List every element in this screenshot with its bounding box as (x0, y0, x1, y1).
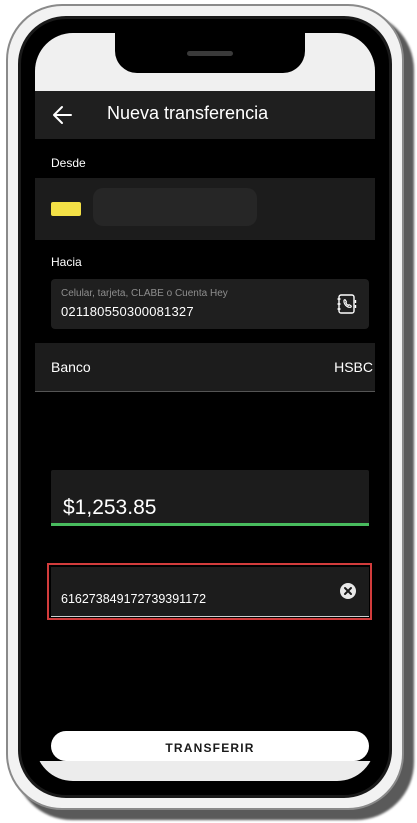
navigation-bar: Nueva transferencia (35, 91, 375, 139)
app-screen: Nueva transferencia Desde Hacia Celular,… (35, 33, 375, 781)
amount-underline (51, 523, 369, 526)
bank-row: Banco HSBC (35, 343, 375, 392)
page-title: Nueva transferencia (107, 103, 269, 123)
contacts-book-icon[interactable] (335, 292, 359, 316)
clear-circle-icon[interactable] (339, 582, 357, 600)
amount-field[interactable]: $1,253.85 (51, 470, 369, 526)
transfer-button[interactable]: TRANSFERIR (51, 731, 369, 761)
arrow-left-icon[interactable] (49, 101, 77, 129)
account-name-placeholder (93, 188, 257, 226)
recipient-placeholder: Celular, tarjeta, CLABE o Cuenta Hey (61, 288, 228, 299)
amount-value[interactable]: $1,253.85 (63, 496, 156, 520)
from-label: Desde (51, 156, 86, 170)
speaker-grille (187, 51, 233, 56)
to-label: Hacia (51, 255, 82, 269)
bank-label: Banco (51, 359, 91, 375)
from-account-selector[interactable] (35, 178, 375, 240)
reference-value[interactable]: 616273849172739391172 (61, 592, 206, 606)
recipient-value[interactable]: 021180550300081327 (61, 304, 194, 319)
reference-field[interactable]: 616273849172739391172 (51, 567, 369, 617)
recipient-field[interactable]: Celular, tarjeta, CLABE o Cuenta Hey 021… (51, 279, 369, 329)
phone-bezel: Nueva transferencia Desde Hacia Celular,… (18, 16, 392, 798)
bank-value: HSBC (334, 359, 373, 375)
home-indicator-area (35, 761, 375, 781)
card-icon (51, 202, 81, 216)
phone-frame: Nueva transferencia Desde Hacia Celular,… (6, 4, 404, 810)
status-bar (35, 33, 375, 91)
